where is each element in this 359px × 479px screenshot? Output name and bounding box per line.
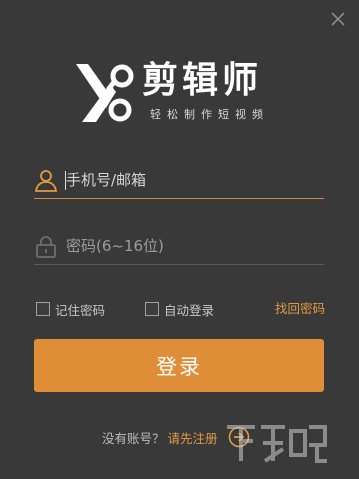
no-account-text: 没有账号？ xyxy=(102,430,165,446)
login-button[interactable]: 登录 xyxy=(34,339,324,392)
user-icon xyxy=(34,170,58,192)
username-field xyxy=(34,164,324,199)
register-link[interactable]: 请先注册 xyxy=(168,428,218,447)
auto-login-checkbox[interactable]: 自动登录 xyxy=(145,300,214,318)
app-name: 剪辑师 xyxy=(142,60,263,101)
watermark-logo xyxy=(227,425,327,463)
remember-password-checkbox[interactable]: 记住密码 xyxy=(36,300,105,318)
password-input[interactable] xyxy=(66,230,320,262)
checkbox-box xyxy=(145,302,159,316)
password-field xyxy=(34,230,324,265)
username-input[interactable] xyxy=(66,164,320,196)
close-button[interactable] xyxy=(330,11,346,27)
auto-login-label: 自动登录 xyxy=(164,302,215,318)
app-logo: 剪辑师 轻松制作短视频 xyxy=(72,60,292,124)
find-password-link[interactable]: 找回密码 xyxy=(275,300,325,318)
checkbox-box xyxy=(36,302,50,316)
app-slogan: 轻松制作短视频 xyxy=(150,108,269,121)
remember-password-label: 记住密码 xyxy=(55,302,106,318)
lock-icon xyxy=(36,236,56,258)
close-icon xyxy=(331,12,345,26)
scissors-logo-icon xyxy=(76,64,134,122)
login-window: 剪辑师 轻松制作短视频 记住密码 自动登录 找回密码 登录 没有账号？ 请先注册 xyxy=(0,0,359,479)
